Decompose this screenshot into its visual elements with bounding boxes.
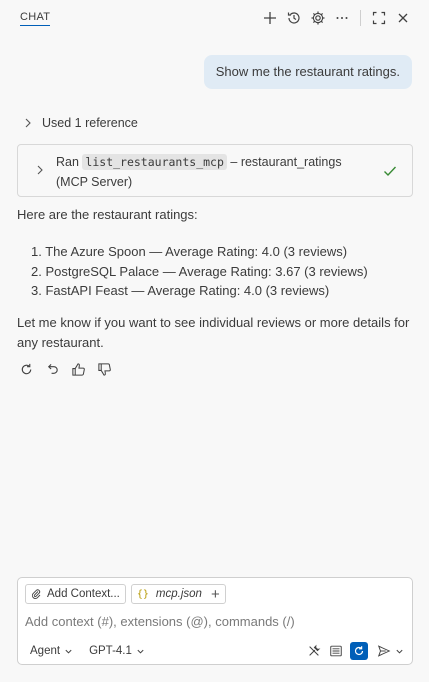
send-icon[interactable] xyxy=(373,641,395,661)
check-icon xyxy=(384,166,397,177)
model-dropdown[interactable]: GPT-4.1 xyxy=(89,645,145,657)
close-icon[interactable] xyxy=(391,6,415,30)
list-item: 3. FastAPI Feast — Average Rating: 4.0 (… xyxy=(31,283,330,298)
chat-header: CHAT xyxy=(0,0,429,36)
feedback-actions xyxy=(19,360,123,378)
chevron-down-icon[interactable] xyxy=(395,647,404,656)
chevron-right-icon xyxy=(37,165,43,175)
ratings-list: 1. The Azure Spoon — Average Rating: 4.0… xyxy=(31,242,368,301)
add-file-icon[interactable]: + xyxy=(211,587,220,602)
thumbs-up-icon[interactable] xyxy=(71,360,97,378)
maximize-icon[interactable] xyxy=(367,6,391,30)
new-chat-icon[interactable] xyxy=(258,6,282,30)
response-outro: Let me know if you want to see individua… xyxy=(17,315,410,350)
chat-composer: Add Context... {} mcp.json + Add context… xyxy=(17,577,413,665)
gear-icon[interactable] xyxy=(306,6,330,30)
tool-call-server: (MCP Server) xyxy=(56,175,133,189)
undo-icon[interactable] xyxy=(45,360,71,378)
context-file-chip[interactable]: {} mcp.json + xyxy=(130,584,226,604)
send-button[interactable] xyxy=(373,641,404,661)
chat-input[interactable]: Add context (#), extensions (@), command… xyxy=(25,614,295,629)
auto-approve-icon[interactable] xyxy=(350,642,368,660)
tools-icon[interactable] xyxy=(303,641,325,661)
references-toggle[interactable]: Used 1 reference xyxy=(22,116,138,130)
mode-dropdown[interactable]: Agent xyxy=(30,645,73,657)
retry-icon[interactable] xyxy=(19,360,45,378)
response-intro: Here are the restaurant ratings: xyxy=(17,207,198,222)
tool-name: list_restaurants_mcp xyxy=(82,154,227,170)
model-label: GPT-4.1 xyxy=(89,645,132,657)
tool-call-prefix: Ran xyxy=(56,155,79,169)
history-icon[interactable] xyxy=(282,6,306,30)
chevron-down-icon xyxy=(65,649,72,654)
tab-chat[interactable]: CHAT xyxy=(20,11,51,26)
references-label: Used 1 reference xyxy=(42,116,138,130)
chevron-right-icon xyxy=(25,118,31,128)
thumbs-down-icon[interactable] xyxy=(97,360,123,378)
header-divider xyxy=(360,10,361,26)
composer-right-tools xyxy=(303,641,404,661)
json-file-icon: {} xyxy=(136,588,149,600)
tool-call-text: Ran list_restaurants_mcp – restaurant_ra… xyxy=(56,152,376,192)
list-item: 1. The Azure Spoon — Average Rating: 4.0… xyxy=(31,244,348,259)
context-row: Add Context... {} mcp.json + xyxy=(25,584,226,604)
chevron-down-icon xyxy=(137,649,144,654)
tool-call-panel[interactable]: Ran list_restaurants_mcp – restaurant_ra… xyxy=(17,144,413,197)
paperclip-icon xyxy=(31,589,41,599)
add-context-button[interactable]: Add Context... xyxy=(25,584,126,604)
context-file-name: mcp.json xyxy=(155,588,202,600)
user-message: Show me the restaurant ratings. xyxy=(203,55,412,89)
composer-toolbar: Agent GPT-4.1 xyxy=(30,642,404,660)
more-icon[interactable] xyxy=(330,6,354,30)
add-context-label: Add Context... xyxy=(47,588,120,600)
keyboard-icon[interactable] xyxy=(325,641,347,661)
header-actions xyxy=(258,6,415,30)
tool-call-suffix: – restaurant_ratings xyxy=(230,155,342,169)
list-item: 2. PostgreSQL Palace — Average Rating: 3… xyxy=(31,263,368,279)
mode-label: Agent xyxy=(30,645,61,657)
